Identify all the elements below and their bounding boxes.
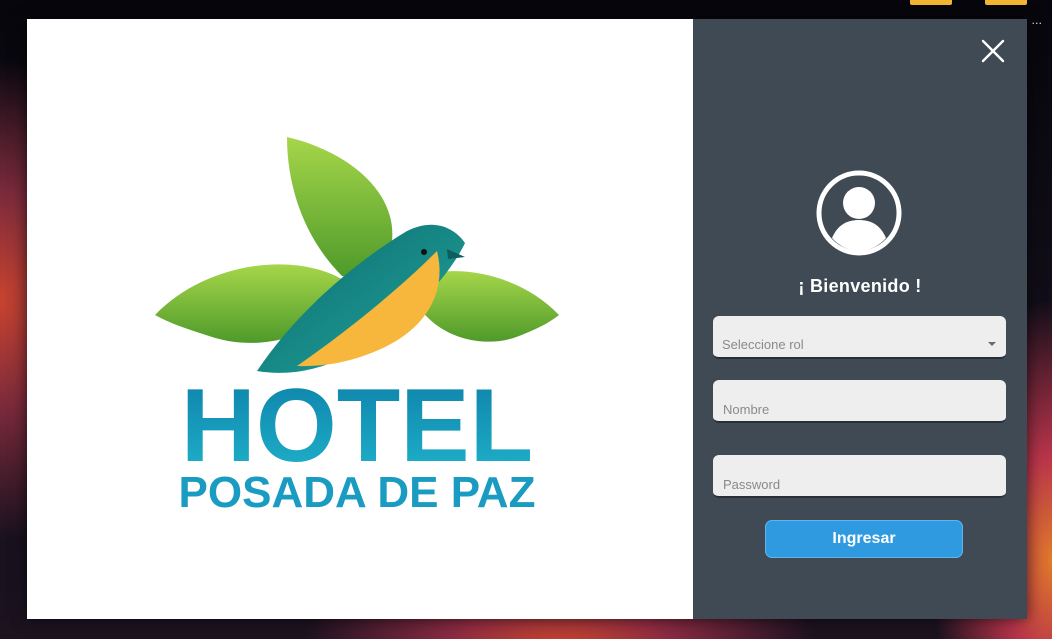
taskbar-item[interactable] bbox=[985, 0, 1027, 5]
role-select[interactable]: Seleccione rol bbox=[713, 316, 1006, 359]
role-select-placeholder: Seleccione rol bbox=[722, 337, 804, 352]
user-avatar bbox=[816, 170, 902, 256]
taskbar-item[interactable] bbox=[910, 0, 952, 5]
login-window: HOTEL POSADA DE PAZ ¡ Bienvenido ! Selec… bbox=[27, 19, 1027, 619]
login-button[interactable]: Ingresar bbox=[765, 520, 963, 558]
close-button[interactable] bbox=[977, 35, 1009, 67]
password-field[interactable] bbox=[713, 455, 1006, 498]
login-panel: ¡ Bienvenido ! Seleccione rol Ingresar bbox=[693, 19, 1027, 619]
desktop-ellipsis: ... bbox=[1031, 14, 1043, 27]
welcome-heading: ¡ Bienvenido ! bbox=[798, 276, 922, 296]
hotel-logo: HOTEL POSADA DE PAZ bbox=[147, 131, 567, 511]
brand-panel: HOTEL POSADA DE PAZ bbox=[27, 19, 693, 619]
chevron-down-icon bbox=[988, 342, 996, 346]
name-input[interactable] bbox=[713, 380, 1006, 421]
password-input[interactable] bbox=[713, 455, 1006, 496]
logo-line2: POSADA DE PAZ bbox=[179, 468, 536, 511]
user-circle-icon bbox=[816, 170, 902, 256]
name-field[interactable] bbox=[713, 380, 1006, 423]
logo-line1: HOTEL bbox=[181, 368, 533, 484]
close-icon bbox=[981, 39, 1005, 63]
